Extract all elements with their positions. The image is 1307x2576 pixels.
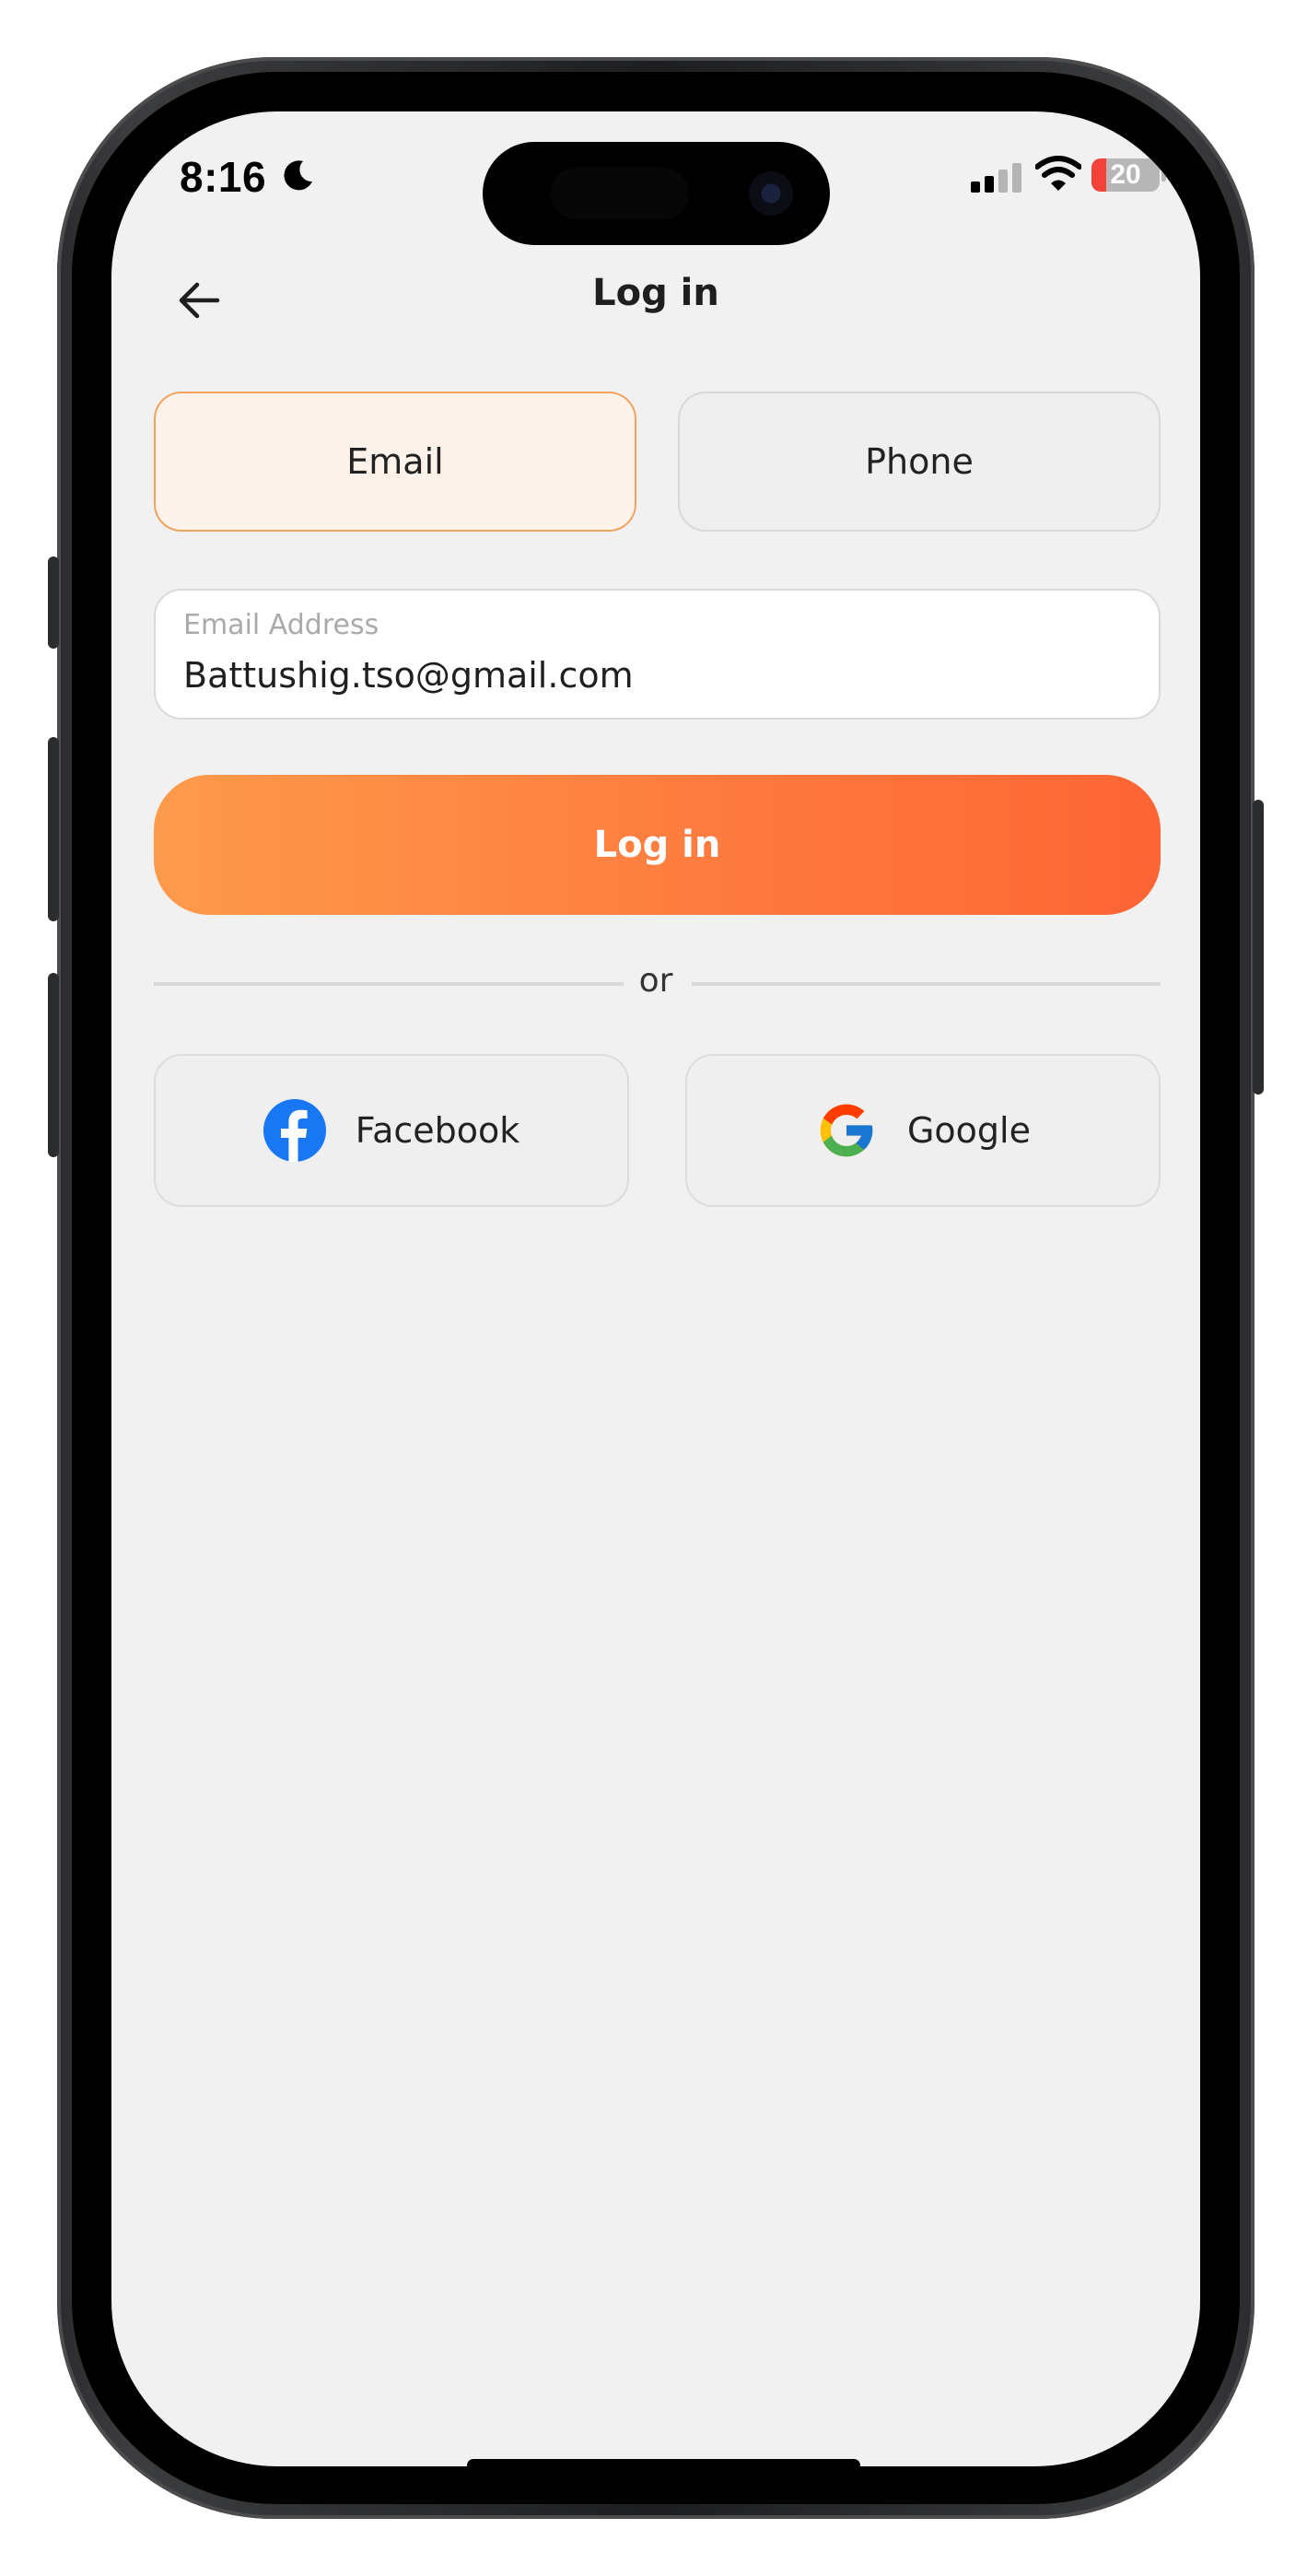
tab-phone-label: Phone	[865, 441, 974, 482]
tab-email[interactable]: Email	[154, 392, 636, 532]
volume-up-button	[48, 737, 59, 921]
status-time: 8:16	[180, 153, 267, 201]
facebook-login-label: Facebook	[355, 1110, 520, 1151]
battery-icon: 20	[1091, 158, 1160, 192]
google-icon	[820, 1104, 873, 1157]
tab-email-label: Email	[346, 441, 444, 482]
wifi-icon	[1035, 156, 1081, 191]
app-screen: 8:16 20 Log in Email Phone Email Address…	[111, 111, 1200, 2466]
page-title: Log in	[592, 272, 719, 314]
front-camera-icon	[749, 171, 793, 216]
volume-down-button	[48, 973, 59, 1157]
battery-percentage: 20	[1110, 159, 1141, 190]
cellular-signal-icon	[971, 163, 1021, 193]
battery-cap	[1161, 169, 1166, 181]
power-button	[1253, 800, 1264, 1095]
login-button[interactable]: Log in	[154, 775, 1161, 915]
facebook-login-button[interactable]: Facebook	[154, 1054, 629, 1207]
divider-or-text: or	[638, 962, 673, 1000]
email-field-value[interactable]: Battushig.tso@gmail.com	[183, 655, 634, 696]
facebook-icon	[263, 1099, 326, 1162]
divider-line-right	[692, 982, 1161, 986]
action-button	[48, 556, 59, 649]
email-field[interactable]: Email Address Battushig.tso@gmail.com	[154, 589, 1161, 720]
google-login-button[interactable]: Google	[685, 1054, 1161, 1207]
home-indicator[interactable]	[467, 2459, 860, 2466]
moon-icon	[284, 160, 312, 191]
google-login-label: Google	[906, 1110, 1031, 1151]
login-button-label: Log in	[593, 824, 721, 866]
tab-phone[interactable]: Phone	[678, 392, 1161, 532]
face-id-sensor	[551, 168, 689, 219]
email-field-label: Email Address	[183, 609, 379, 641]
dynamic-island	[483, 142, 830, 245]
